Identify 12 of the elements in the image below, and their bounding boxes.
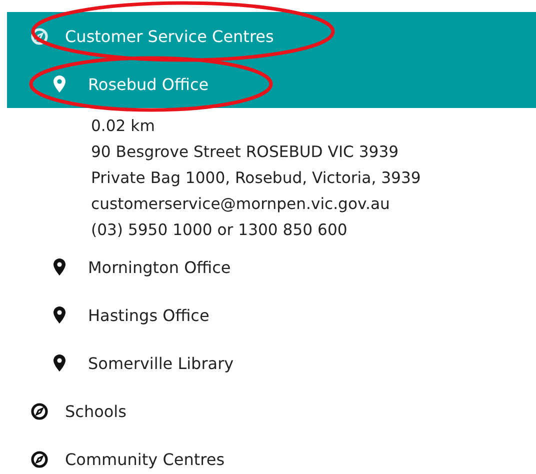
location-detail: 0.02 km [91,116,156,137]
location-detail: (03) 5950 1000 or 1300 850 600 [91,220,348,241]
map-pin-icon [53,75,66,93]
location-detail: 90 Besgrove Street ROSEBUD VIC 3939 [91,142,400,163]
location-detail: Private Bag 1000, Rosebud, Victoria, 3939 [91,168,422,189]
map-pin-icon [53,258,66,276]
map-pin-icon [53,306,66,324]
location-detail: customerservice@mornpen.vic.gov.au [91,194,391,215]
compass-icon [31,402,48,420]
map-pin-icon [53,354,66,372]
compass-icon [31,450,48,468]
compass-icon [31,28,48,44]
